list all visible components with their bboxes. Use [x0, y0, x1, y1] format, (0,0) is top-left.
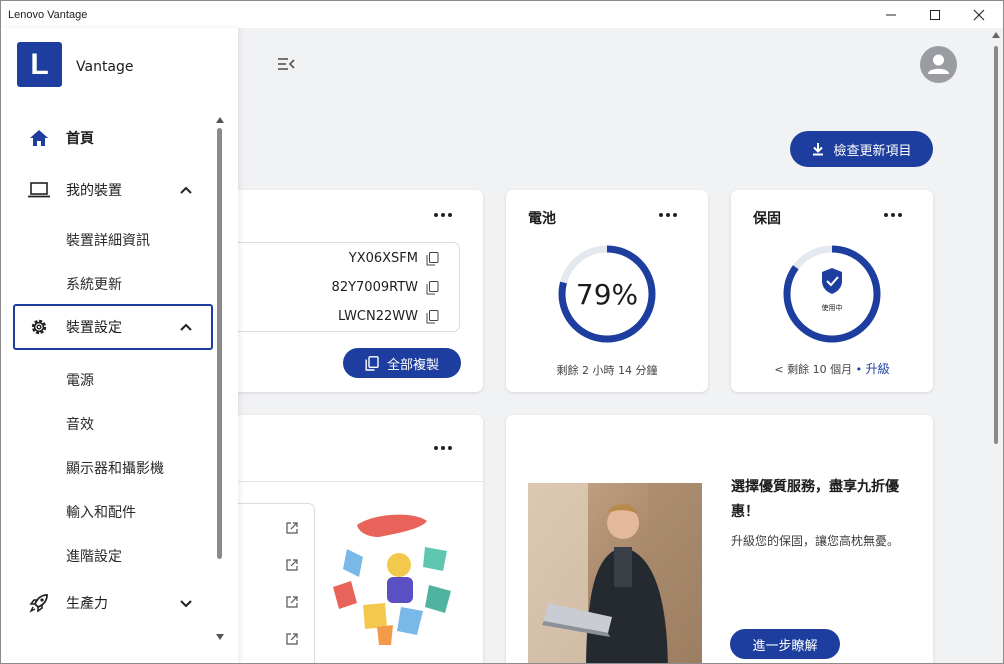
nav-sub-device-details[interactable]: 裝置詳細資訊 [66, 230, 150, 250]
window-title: Lenovo Vantage [8, 8, 88, 21]
user-avatar[interactable] [920, 46, 957, 83]
close-button[interactable] [957, 1, 1001, 28]
nav-item-my-device[interactable]: 我的裝置 [13, 167, 213, 213]
support-illustration [333, 514, 451, 645]
scroll-up-icon[interactable] [992, 32, 1000, 38]
sidebar-scroll-up-icon[interactable] [216, 117, 224, 123]
promo-title: 選擇優質服務，盡享九折優惠！ [731, 479, 899, 520]
nav-label: 生產力 [66, 596, 108, 612]
more-options-icon[interactable] [434, 212, 452, 218]
nav-label: 我的裝置 [66, 183, 122, 199]
nav-sub-input-accessories[interactable]: 輸入和配件 [66, 502, 136, 522]
nav-sub-system-update[interactable]: 系統更新 [66, 274, 122, 294]
external-link-icon[interactable] [286, 633, 298, 645]
copy-icon[interactable] [426, 309, 439, 324]
learn-more-button[interactable]: 進一步瞭解 [730, 629, 840, 659]
brand-name: Vantage [76, 59, 134, 75]
copy-icon[interactable] [426, 280, 439, 295]
sidebar: L Vantage 首頁 我的裝置 裝置詳細資訊 系統更新 裝置設定 電源 音效 [1, 28, 238, 663]
nav-item-home[interactable]: 首頁 [13, 115, 213, 161]
model-number: 82Y7009RTW [331, 280, 418, 295]
serial-number: YX06XSFM [348, 251, 418, 266]
promo-description: 升級您的保固，讓您高枕無憂。 [731, 534, 900, 548]
maximize-button[interactable] [913, 1, 957, 28]
warranty-status: 使用中 [822, 303, 843, 312]
home-icon [27, 126, 51, 150]
external-link-icon[interactable] [286, 596, 298, 608]
nav-sub-audio[interactable]: 音效 [66, 414, 94, 434]
scroll-thumb[interactable] [994, 46, 998, 444]
separator-dot: • [855, 363, 863, 376]
sidebar-scroll-down-icon[interactable] [216, 634, 224, 640]
nav-sub-power[interactable]: 電源 [66, 370, 94, 390]
warranty-remaining-row: < 剩餘 10 個月 • 升級 [731, 360, 933, 377]
warranty-remaining: < 剩餘 10 個月 [774, 363, 853, 376]
close-icon [973, 9, 985, 20]
copy-all-label: 全部複製 [386, 357, 439, 373]
external-link-icon[interactable] [286, 559, 298, 571]
chevron-down-icon[interactable] [179, 596, 193, 610]
promo-card: 選擇優質服務，盡享九折優惠！ 升級您的保固，讓您高枕無憂。 進一步瞭解 [506, 415, 933, 663]
shield-check-icon [822, 268, 842, 294]
minimize-button[interactable] [869, 1, 913, 28]
warranty-card: 保固 使用中 < 剩餘 10 個月 • 升級 [731, 190, 933, 392]
nav-item-productivity[interactable]: 生產力 [13, 580, 213, 626]
more-options-icon[interactable] [434, 445, 452, 451]
promo-photo [528, 483, 702, 663]
chevron-up-icon[interactable] [179, 320, 193, 334]
maximize-icon [930, 9, 940, 20]
more-options-icon[interactable] [884, 212, 902, 218]
copy-all-button[interactable]: 全部複製 [343, 348, 461, 378]
title-bar: Lenovo Vantage [1, 1, 1003, 28]
laptop-icon [27, 178, 51, 202]
download-icon [813, 143, 824, 156]
rocket-icon [27, 591, 51, 615]
external-link-icon[interactable] [286, 522, 298, 534]
model-number-row: 82Y7009RTW [332, 280, 439, 295]
serial-number-row: YX06XSFM [349, 251, 439, 266]
copy-icon [365, 355, 379, 371]
battery-remaining: 剩餘 2 小時 14 分鐘 [556, 364, 658, 377]
more-options-icon[interactable] [659, 212, 677, 218]
nav-label: 首頁 [66, 131, 94, 147]
nav-item-device-settings[interactable]: 裝置設定 [13, 304, 213, 350]
person-with-laptop-image [528, 483, 702, 663]
battery-card: 電池 79% 剩餘 2 小時 14 分鐘 [506, 190, 708, 392]
minimize-icon [886, 14, 896, 15]
check-updates-button[interactable]: 檢查更新項目 [790, 131, 933, 167]
check-updates-label: 檢查更新項目 [833, 143, 912, 159]
sidebar-scroll-thumb[interactable] [217, 128, 222, 559]
bios-version: LWCN22WW [338, 309, 418, 324]
menu-collapse-icon[interactable] [276, 56, 296, 72]
warranty-title: 保固 [753, 211, 781, 227]
copy-icon[interactable] [426, 251, 439, 266]
gear-icon [27, 315, 51, 339]
nav-sub-display-camera[interactable]: 顯示器和攝影機 [66, 458, 164, 478]
bios-version-row: LWCN22WW [338, 309, 439, 324]
nav-sub-advanced-settings[interactable]: 進階設定 [66, 546, 122, 566]
battery-title: 電池 [528, 211, 556, 227]
nav-label: 裝置設定 [66, 320, 122, 336]
main-scrollbar[interactable] [988, 28, 1003, 663]
lenovo-logo: L [17, 42, 62, 87]
user-icon [928, 54, 949, 74]
app-window: Lenovo Vantage 檢查更新項目 YX06XSFM 82Y7009RT… [0, 0, 1004, 664]
chevron-up-icon[interactable] [179, 183, 193, 197]
battery-percent: 79% [576, 278, 638, 311]
upgrade-link[interactable]: 升級 [866, 362, 890, 376]
battery-gauge: 79% [558, 245, 656, 343]
warranty-gauge: 使用中 [783, 245, 881, 343]
